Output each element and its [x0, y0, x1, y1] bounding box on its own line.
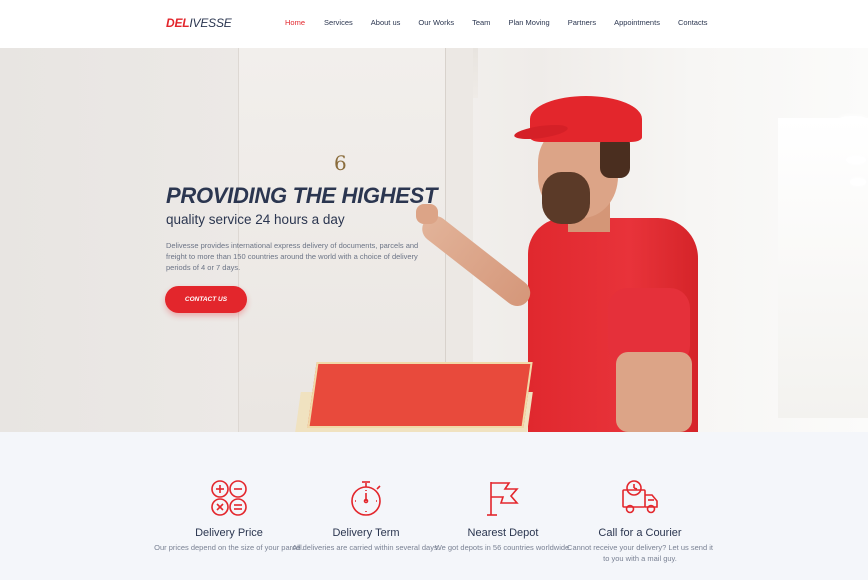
feature-delivery-term: Delivery Term All deliveries are carried… — [291, 432, 441, 553]
feature-title: Delivery Price — [195, 527, 263, 539]
feature-description: All deliveries are carried within severa… — [292, 543, 440, 552]
courier-forearm — [616, 352, 692, 432]
nav-item-services[interactable]: Services — [324, 18, 353, 27]
nav-item-contacts[interactable]: Contacts — [678, 18, 708, 27]
nav-item-appointments[interactable]: Appointments — [614, 18, 660, 27]
hero-subtitle: quality service 24 hours a day — [166, 212, 345, 227]
nav-item-about-us[interactable]: About us — [371, 18, 401, 27]
delivery-truck-icon — [620, 478, 660, 518]
nav-item-our-works[interactable]: Our Works — [418, 18, 454, 27]
calculator-icon — [209, 478, 249, 518]
feature-title: Delivery Term — [332, 527, 400, 539]
feature-nearest-depot: Nearest Depot We got depots in 56 countr… — [428, 432, 578, 553]
site-header: DELIVESSE Home Services About us Our Wor… — [0, 0, 868, 48]
logo-accent: DEL — [166, 16, 190, 30]
contact-us-button[interactable]: CONTACT US — [165, 286, 247, 313]
feature-description: We got depots in 56 countries worldwide. — [434, 543, 572, 552]
stopwatch-icon — [346, 478, 386, 518]
ceiling-lamp — [846, 156, 866, 164]
nav-item-plan-moving[interactable]: Plan Moving — [508, 18, 549, 27]
feature-description: Our prices depend on the size of your pa… — [154, 543, 304, 552]
main-nav: Home Services About us Our Works Team Pl… — [285, 18, 708, 27]
site-logo[interactable]: DELIVESSE — [166, 16, 232, 30]
courier-beard — [542, 172, 590, 224]
features-section: Delivery Price Our prices depend on the … — [0, 432, 868, 580]
feature-description: Cannot receive your delivery? Let us sen… — [567, 543, 713, 563]
hero-text: PROVIDING THE HIGHEST quality service 24… — [166, 183, 437, 273]
feature-title: Nearest Depot — [467, 527, 539, 539]
nav-item-home[interactable]: Home — [285, 18, 305, 27]
feature-call-courier: Call for a Courier Cannot receive your d… — [565, 432, 715, 564]
hero-title: PROVIDING THE HIGHEST — [166, 183, 438, 208]
ceiling-lamp — [838, 116, 868, 124]
feature-title: Call for a Courier — [598, 527, 682, 539]
door-number: 6 — [334, 151, 347, 175]
logo-rest: IVESSE — [189, 16, 232, 30]
nav-item-partners[interactable]: Partners — [568, 18, 596, 27]
nav-item-team[interactable]: Team — [472, 18, 490, 27]
flag-icon — [483, 478, 523, 518]
feature-delivery-price: Delivery Price Our prices depend on the … — [154, 432, 304, 553]
hero-description: Delivesse provides international express… — [166, 241, 419, 272]
pizza-box-top — [307, 362, 533, 428]
ceiling-lamp — [850, 178, 866, 186]
